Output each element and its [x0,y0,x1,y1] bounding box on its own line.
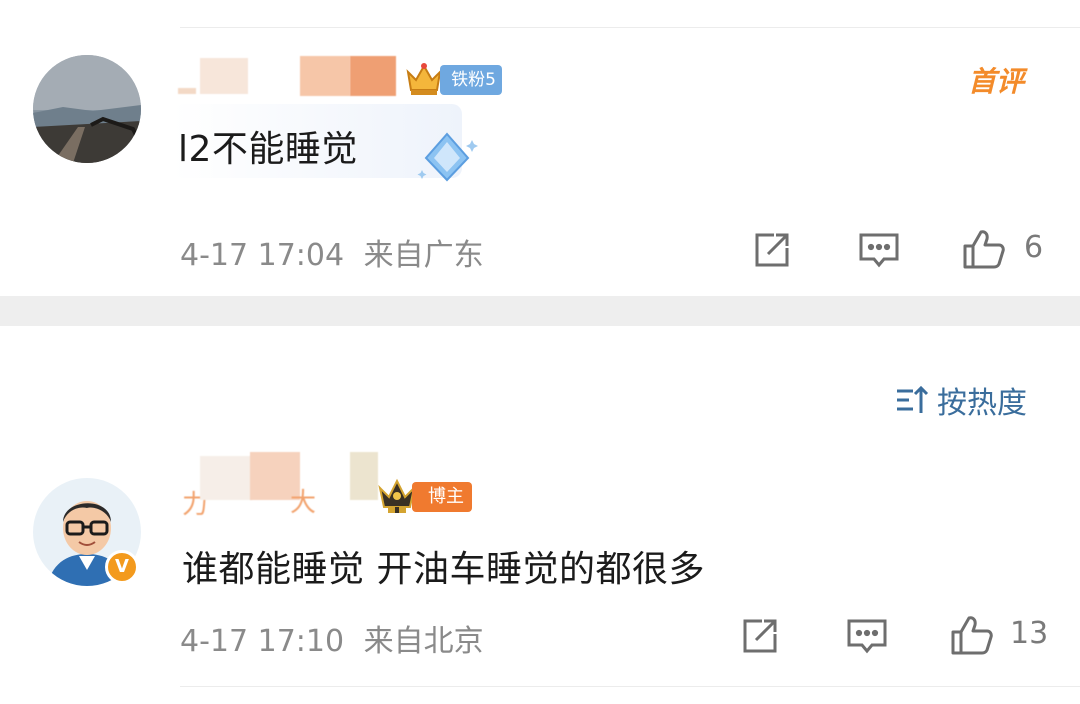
comment-text: 谁都能睡觉 开油车睡觉的都很多 [182,549,705,590]
badge-fan[interactable]: 铁粉5 [440,65,502,95]
badge-blogger[interactable]: 博主 [412,482,472,512]
like-icon[interactable] [950,614,994,656]
comment-icon[interactable] [846,618,888,656]
crown-icon [404,60,444,98]
section-separator [0,296,1080,326]
location: 来自广东 [363,238,484,273]
sort-button[interactable]: 按热度 [895,380,1027,421]
like-count: 13 [1010,616,1049,651]
share-icon[interactable] [740,616,780,656]
username[interactable]: l [178,56,408,96]
timestamp: 4-17 17:10 [180,624,345,659]
diamond-sticker-icon [414,130,480,186]
like-icon[interactable] [962,228,1006,270]
comment-text: l2不能睡觉 [178,129,358,170]
divider [180,686,1080,687]
avatar[interactable] [33,55,141,163]
avatar[interactable]: V [33,478,141,586]
timestamp: 4-17 17:04 [180,238,345,273]
like-count: 6 [1024,230,1044,265]
comment-time: 4-17 17:10 来自北京 [180,616,484,660]
comment-time: 4-17 17:04 来自广东 [180,230,484,274]
sort-label: 按热度 [937,386,1027,421]
location: 来自北京 [363,624,484,659]
first-comment-tag: 首评 [968,65,1025,98]
username[interactable]: 力 大 万 大 [182,452,382,520]
divider [180,27,1080,28]
verified-icon: V [105,550,139,584]
comment-icon[interactable] [858,232,900,270]
sort-icon [897,385,929,413]
share-icon[interactable] [752,230,792,270]
